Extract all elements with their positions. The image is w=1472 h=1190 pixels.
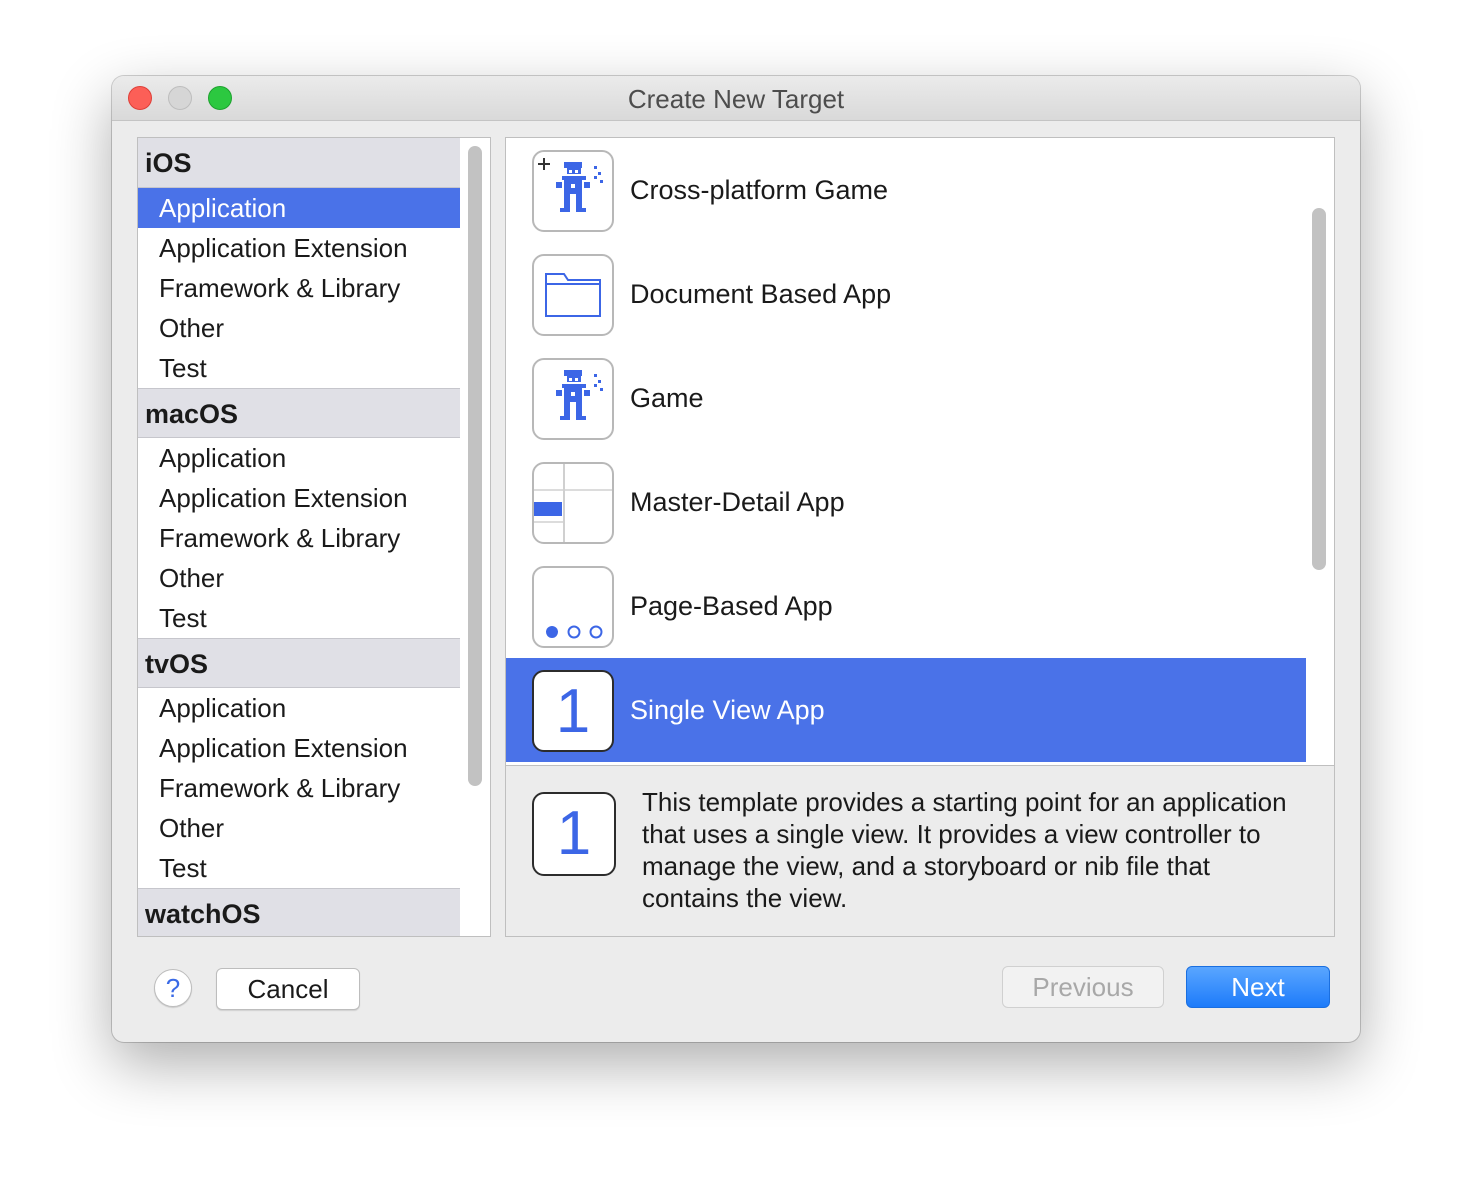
help-button[interactable]: ?: [154, 969, 192, 1007]
category-header-macos: macOS: [138, 388, 460, 438]
category-header-watchos: watchOS: [138, 888, 460, 936]
window-title: Create New Target: [627, 84, 845, 114]
category-item-tvos-application[interactable]: Application: [138, 688, 460, 728]
template-list: Cross-platform Game Document Based App G…: [506, 138, 1306, 764]
folder-icon: [532, 254, 614, 336]
template-row-single-view-app[interactable]: 1 Single View App: [506, 658, 1306, 762]
template-label: Cross-platform Game: [630, 175, 889, 205]
next-button[interactable]: Next: [1186, 966, 1330, 1008]
platform-category-list: iOS Application Application Extension Fr…: [137, 137, 491, 937]
title-bar: Create New Target: [112, 76, 1360, 121]
category-item-ios-test[interactable]: Test: [138, 348, 460, 388]
category-item-ios-application[interactable]: Application: [138, 188, 460, 228]
template-row-document-based-app[interactable]: Document Based App: [506, 242, 1306, 346]
category-item-tvos-application-extension[interactable]: Application Extension: [138, 728, 460, 768]
template-description: 1 This template provides a starting poin…: [506, 765, 1334, 936]
template-label: Master-Detail App: [630, 487, 845, 517]
master-detail-icon: [532, 462, 614, 544]
template-label: Single View App: [630, 695, 825, 725]
template-row-game[interactable]: Game: [506, 346, 1306, 450]
category-item-ios-application-extension[interactable]: Application Extension: [138, 228, 460, 268]
template-panel: Cross-platform Game Document Based App G…: [505, 137, 1335, 937]
template-description-text: This template provides a starting point …: [642, 787, 1287, 913]
template-row-master-detail-app[interactable]: Master-Detail App: [506, 450, 1306, 554]
template-label: Game: [630, 383, 704, 413]
template-row-page-based-app[interactable]: Page-Based App: [506, 554, 1306, 658]
category-item-ios-other[interactable]: Other: [138, 308, 460, 348]
cancel-button[interactable]: Cancel: [216, 968, 360, 1010]
template-label: Page-Based App: [630, 591, 833, 621]
category-item-tvos-framework-library[interactable]: Framework & Library: [138, 768, 460, 808]
category-header-tvos: tvOS: [138, 638, 460, 688]
category-item-macos-other[interactable]: Other: [138, 558, 460, 598]
create-new-target-dialog: Create New Target iOS Application Applic…: [112, 76, 1360, 1042]
category-item-tvos-test[interactable]: Test: [138, 848, 460, 888]
category-item-tvos-other[interactable]: Other: [138, 808, 460, 848]
category-item-macos-framework-library[interactable]: Framework & Library: [138, 518, 460, 558]
template-list-scrollbar[interactable]: [1312, 208, 1326, 570]
category-item-macos-test[interactable]: Test: [138, 598, 460, 638]
template-row-cross-platform-game[interactable]: Cross-platform Game: [506, 138, 1306, 242]
single-view-icon: 1: [532, 792, 616, 876]
description-number-glyph: 1: [556, 799, 592, 868]
game-character-icon: [532, 358, 614, 440]
category-item-ios-framework-library[interactable]: Framework & Library: [138, 268, 460, 308]
cross-platform-game-icon: [532, 150, 614, 232]
previous-button[interactable]: Previous: [1002, 966, 1164, 1008]
template-label: Document Based App: [630, 279, 892, 309]
category-header-ios: iOS: [138, 138, 460, 188]
category-item-macos-application[interactable]: Application: [138, 438, 460, 478]
page-dots-icon: [532, 566, 614, 648]
category-list-scrollbar[interactable]: [468, 146, 482, 786]
single-view-icon: 1: [532, 670, 614, 752]
single-view-number-glyph: 1: [555, 677, 591, 746]
category-item-macos-application-extension[interactable]: Application Extension: [138, 478, 460, 518]
